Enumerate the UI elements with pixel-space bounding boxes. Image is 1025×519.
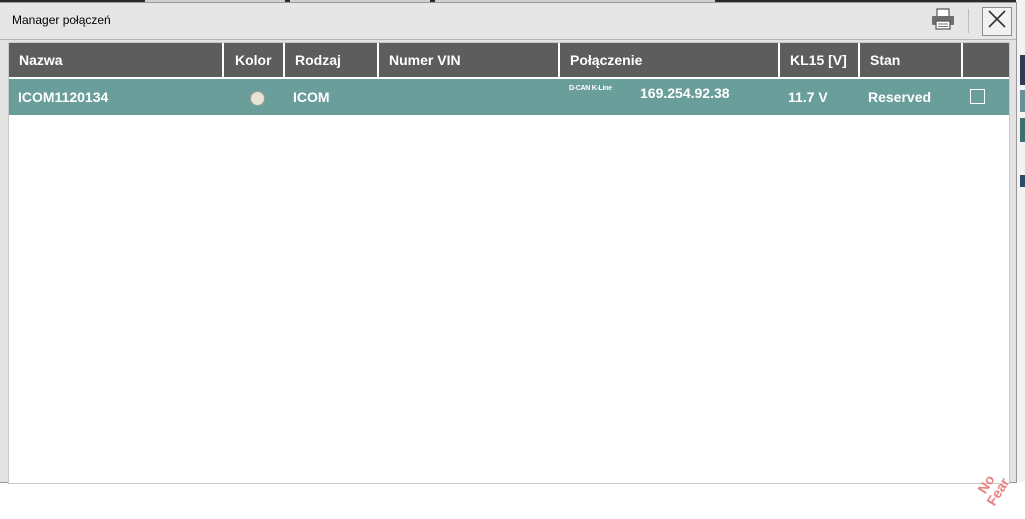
column-header-select	[963, 43, 1009, 77]
column-header-status[interactable]: Stan	[860, 43, 963, 77]
dialog-titlebar: Manager połączeń	[0, 3, 1016, 40]
column-header-kl15[interactable]: KL15 [V]	[780, 43, 860, 77]
column-header-name[interactable]: Nazwa	[9, 43, 224, 77]
column-header-color[interactable]: Kolor	[224, 43, 285, 77]
cell-connection-type: D-CAN K-Line	[569, 85, 612, 92]
print-button[interactable]	[928, 7, 958, 35]
cell-kl15: 11.7 V	[788, 89, 828, 105]
column-header-type[interactable]: Rodzaj	[285, 43, 379, 77]
cell-type: ICOM	[293, 89, 330, 105]
column-header-connection[interactable]: Połączenie	[560, 43, 780, 77]
row-select-checkbox[interactable]	[970, 89, 985, 104]
close-icon	[987, 9, 1007, 34]
background-app-strip	[1016, 0, 1025, 482]
close-button[interactable]	[982, 7, 1012, 36]
titlebar-separator	[968, 9, 969, 33]
cell-status: Reserved	[868, 89, 932, 105]
column-header-vin[interactable]: Numer VIN	[379, 43, 560, 77]
table-row[interactable]: ICOM1120134 ICOM D-CAN K-Line 169.254.92…	[9, 79, 1009, 115]
printer-icon	[930, 7, 956, 36]
connections-table: Nazwa Kolor Rodzaj Numer VIN Połączenie …	[8, 42, 1012, 508]
color-indicator	[250, 91, 265, 106]
cell-name: ICOM1120134	[18, 89, 109, 105]
cell-connection: 169.254.92.38	[640, 85, 730, 101]
connection-manager-dialog: Manager połączeń Nazwa Kolor Rodzaj Nume…	[0, 3, 1016, 508]
dialog-title: Manager połączeń	[12, 13, 111, 27]
table-header: Nazwa Kolor Rodzaj Numer VIN Połączenie …	[9, 43, 1009, 79]
